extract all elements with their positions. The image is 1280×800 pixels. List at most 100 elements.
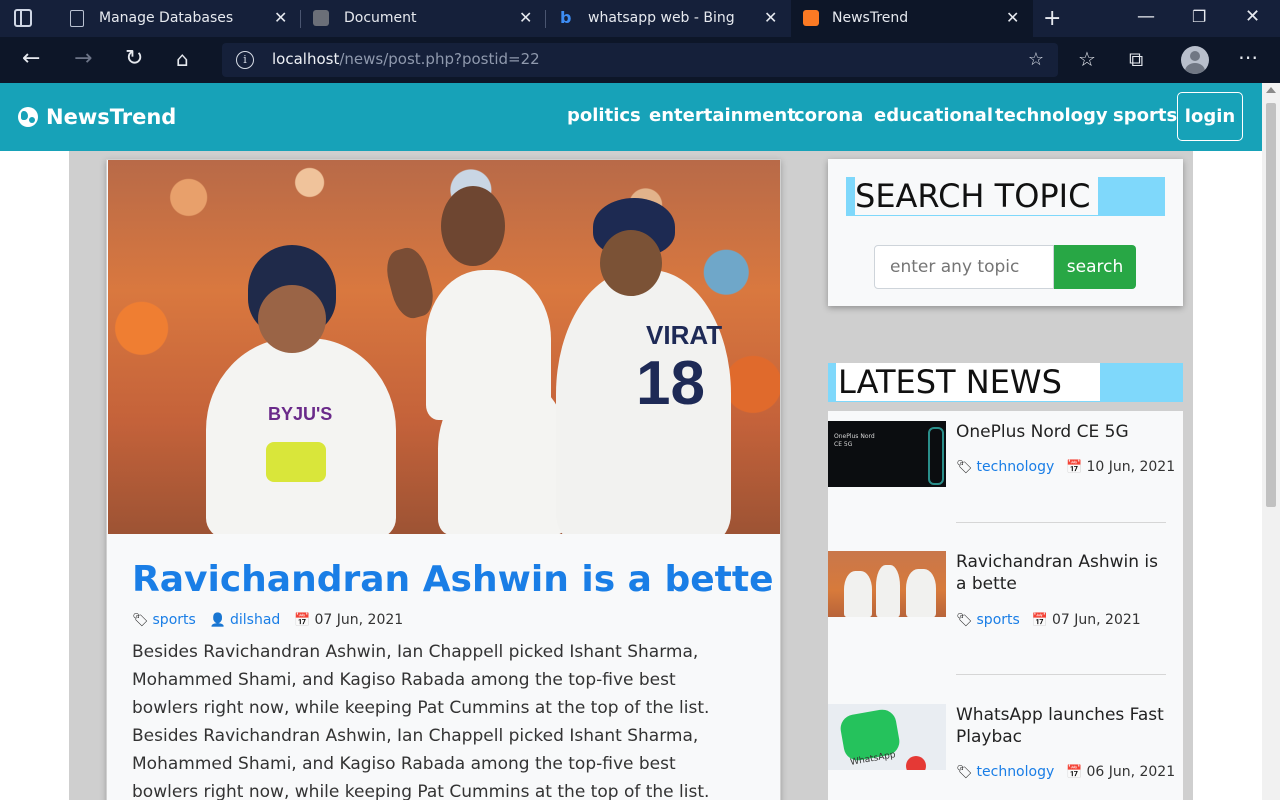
jersey-number-text: 18 xyxy=(636,349,705,418)
news-category-link[interactable]: sports xyxy=(977,612,1020,628)
article-meta: 🏷 sports 👤 dilshad 📅 07 Jun, 2021 xyxy=(132,612,403,628)
login-button[interactable]: login xyxy=(1177,92,1243,141)
news-title[interactable]: WhatsApp launches Fast Playbac xyxy=(956,704,1171,748)
news-category-link[interactable]: technology xyxy=(977,764,1055,780)
brand-name: NewsTrend xyxy=(46,105,177,129)
news-category-link[interactable]: technology xyxy=(977,459,1055,475)
browser-tab-bar: Manage Databases ✕ Document ✕ b whatsapp… xyxy=(0,0,1280,37)
address-bar[interactable]: i localhost/news/post.php?postid=22 ☆ xyxy=(222,43,1058,77)
page-scrollbar[interactable] xyxy=(1262,83,1280,800)
site-navbar: NewsTrend politics entertainment corona … xyxy=(0,83,1262,151)
refresh-icon[interactable]: ↻ xyxy=(125,48,143,70)
news-divider xyxy=(956,522,1166,523)
back-arrow-icon[interactable]: ← xyxy=(22,48,40,70)
phone-outline xyxy=(928,427,944,485)
article-category-link[interactable]: sports xyxy=(153,612,196,628)
profile-avatar[interactable] xyxy=(1181,46,1209,74)
add-favorite-star-icon[interactable]: ☆ xyxy=(1028,49,1044,70)
latest-news-heading: LATEST NEWS xyxy=(836,363,1100,401)
news-date: 10 Jun, 2021 xyxy=(1086,459,1176,475)
url-host: localhost xyxy=(272,50,340,68)
new-tab-plus-icon[interactable]: + xyxy=(1043,6,1061,31)
close-icon[interactable]: ✕ xyxy=(274,8,287,27)
tab-title: whatsapp web - Bing xyxy=(588,10,735,26)
close-window-icon[interactable]: ✕ xyxy=(1245,6,1260,27)
player-torso xyxy=(426,270,551,420)
forward-arrow-icon[interactable]: → xyxy=(74,48,92,70)
site-info-icon[interactable]: i xyxy=(236,51,254,69)
news-date: 06 Jun, 2021 xyxy=(1086,764,1176,780)
calendar-icon: 📅 xyxy=(1031,612,1048,628)
jersey-name-text: VIRAT xyxy=(646,320,723,350)
article-hero-image: BYJU'S VIRAT 18 xyxy=(108,160,780,534)
bing-icon: b xyxy=(560,8,572,27)
player-face xyxy=(441,186,505,266)
player-face xyxy=(258,285,326,353)
close-icon[interactable]: ✕ xyxy=(519,8,532,27)
news-meta: 🏷 technology 📅 10 Jun, 2021 xyxy=(956,459,1175,475)
calendar-icon: 📅 xyxy=(294,612,311,628)
url-path: /news/post.php?postid=22 xyxy=(339,50,540,68)
browser-tab-bing[interactable]: b whatsapp web - Bing ✕ xyxy=(546,0,791,37)
nav-link-educational[interactable]: educational xyxy=(874,105,993,126)
collections-icon[interactable]: ⧉ xyxy=(1129,47,1143,71)
site-brand[interactable]: NewsTrend xyxy=(18,105,176,129)
nav-link-corona[interactable]: corona xyxy=(794,105,863,126)
close-icon[interactable]: ✕ xyxy=(1006,8,1019,27)
news-thumbnail[interactable] xyxy=(828,551,946,617)
latest-news-heading-bar: LATEST NEWS xyxy=(828,363,1183,402)
more-menu-icon[interactable]: ⋯ xyxy=(1238,45,1258,69)
tag-icon: 🏷 xyxy=(956,612,973,628)
latest-news-list: OnePlus Nord CE 5G OnePlus Nord CE 5G 🏷 … xyxy=(828,411,1183,800)
minimize-icon[interactable]: — xyxy=(1137,6,1155,27)
player-figure xyxy=(206,338,396,534)
nav-link-entertainment[interactable]: entertainment xyxy=(649,105,796,126)
browser-tab-document[interactable]: Document ✕ xyxy=(301,0,546,37)
news-title[interactable]: OnePlus Nord CE 5G xyxy=(956,421,1171,443)
scroll-up-arrow-icon[interactable] xyxy=(1266,87,1276,93)
article-author-link[interactable]: dilshad xyxy=(230,612,280,628)
url-text[interactable]: localhost/news/post.php?postid=22 xyxy=(272,50,540,68)
tag-icon: 🏷 xyxy=(956,459,973,475)
search-topic-card: SEARCH TOPIC search xyxy=(828,159,1183,306)
page-viewport: NewsTrend politics entertainment corona … xyxy=(0,83,1262,800)
player-figure xyxy=(844,571,872,617)
article-title[interactable]: Ravichandran Ashwin is a bette xyxy=(132,559,774,600)
browser-tab-newstrend[interactable]: NewsTrend ✕ xyxy=(791,0,1033,37)
nav-link-technology[interactable]: technology xyxy=(995,105,1108,126)
news-thumbnail[interactable]: OnePlus Nord CE 5G xyxy=(828,421,946,487)
nav-link-sports[interactable]: sports xyxy=(1113,105,1177,126)
scrollbar-thumb[interactable] xyxy=(1266,103,1276,507)
tag-icon: 🏷 xyxy=(132,612,149,628)
article-body: Besides Ravichandran Ashwin, Ian Chappel… xyxy=(132,642,710,800)
search-input[interactable] xyxy=(874,245,1054,289)
tab-title: Document xyxy=(344,10,417,26)
browser-tab-manage-databases[interactable]: Manage Databases ✕ xyxy=(56,0,301,37)
player-figure xyxy=(876,565,900,617)
favorites-icon[interactable]: ☆ xyxy=(1078,47,1096,71)
keeper-glove xyxy=(266,442,326,482)
calendar-icon: 📅 xyxy=(1066,764,1083,780)
news-divider xyxy=(956,674,1166,675)
search-button[interactable]: search xyxy=(1054,245,1136,289)
news-meta: 🏷 technology 📅 06 Jun, 2021 xyxy=(956,764,1175,780)
restore-icon[interactable]: ❐ xyxy=(1192,7,1206,26)
close-icon[interactable]: ✕ xyxy=(764,8,777,27)
article-card: BYJU'S VIRAT 18 Ravichandran Ashwin is a… xyxy=(106,159,781,800)
search-topic-heading: SEARCH TOPIC xyxy=(855,177,1099,215)
article-date: 07 Jun, 2021 xyxy=(314,612,404,628)
news-thumbnail[interactable]: WhatsApp xyxy=(828,704,946,770)
xampp-icon xyxy=(313,10,329,26)
xampp-icon xyxy=(803,10,819,26)
nav-link-politics[interactable]: politics xyxy=(567,105,641,126)
news-title[interactable]: Ravichandran Ashwin is a bette xyxy=(956,551,1171,595)
jersey-sponsor-text: BYJU'S xyxy=(268,404,333,424)
tab-title: Manage Databases xyxy=(99,10,234,26)
calendar-icon: 📅 xyxy=(1066,459,1083,475)
player-face xyxy=(600,230,662,296)
home-icon[interactable]: ⌂ xyxy=(176,48,189,70)
tab-actions-icon[interactable] xyxy=(14,9,32,27)
user-icon: 👤 xyxy=(209,612,226,628)
browser-toolbar: ← → ↻ ⌂ i localhost/news/post.php?postid… xyxy=(0,37,1280,83)
tag-icon: 🏷 xyxy=(956,764,973,780)
